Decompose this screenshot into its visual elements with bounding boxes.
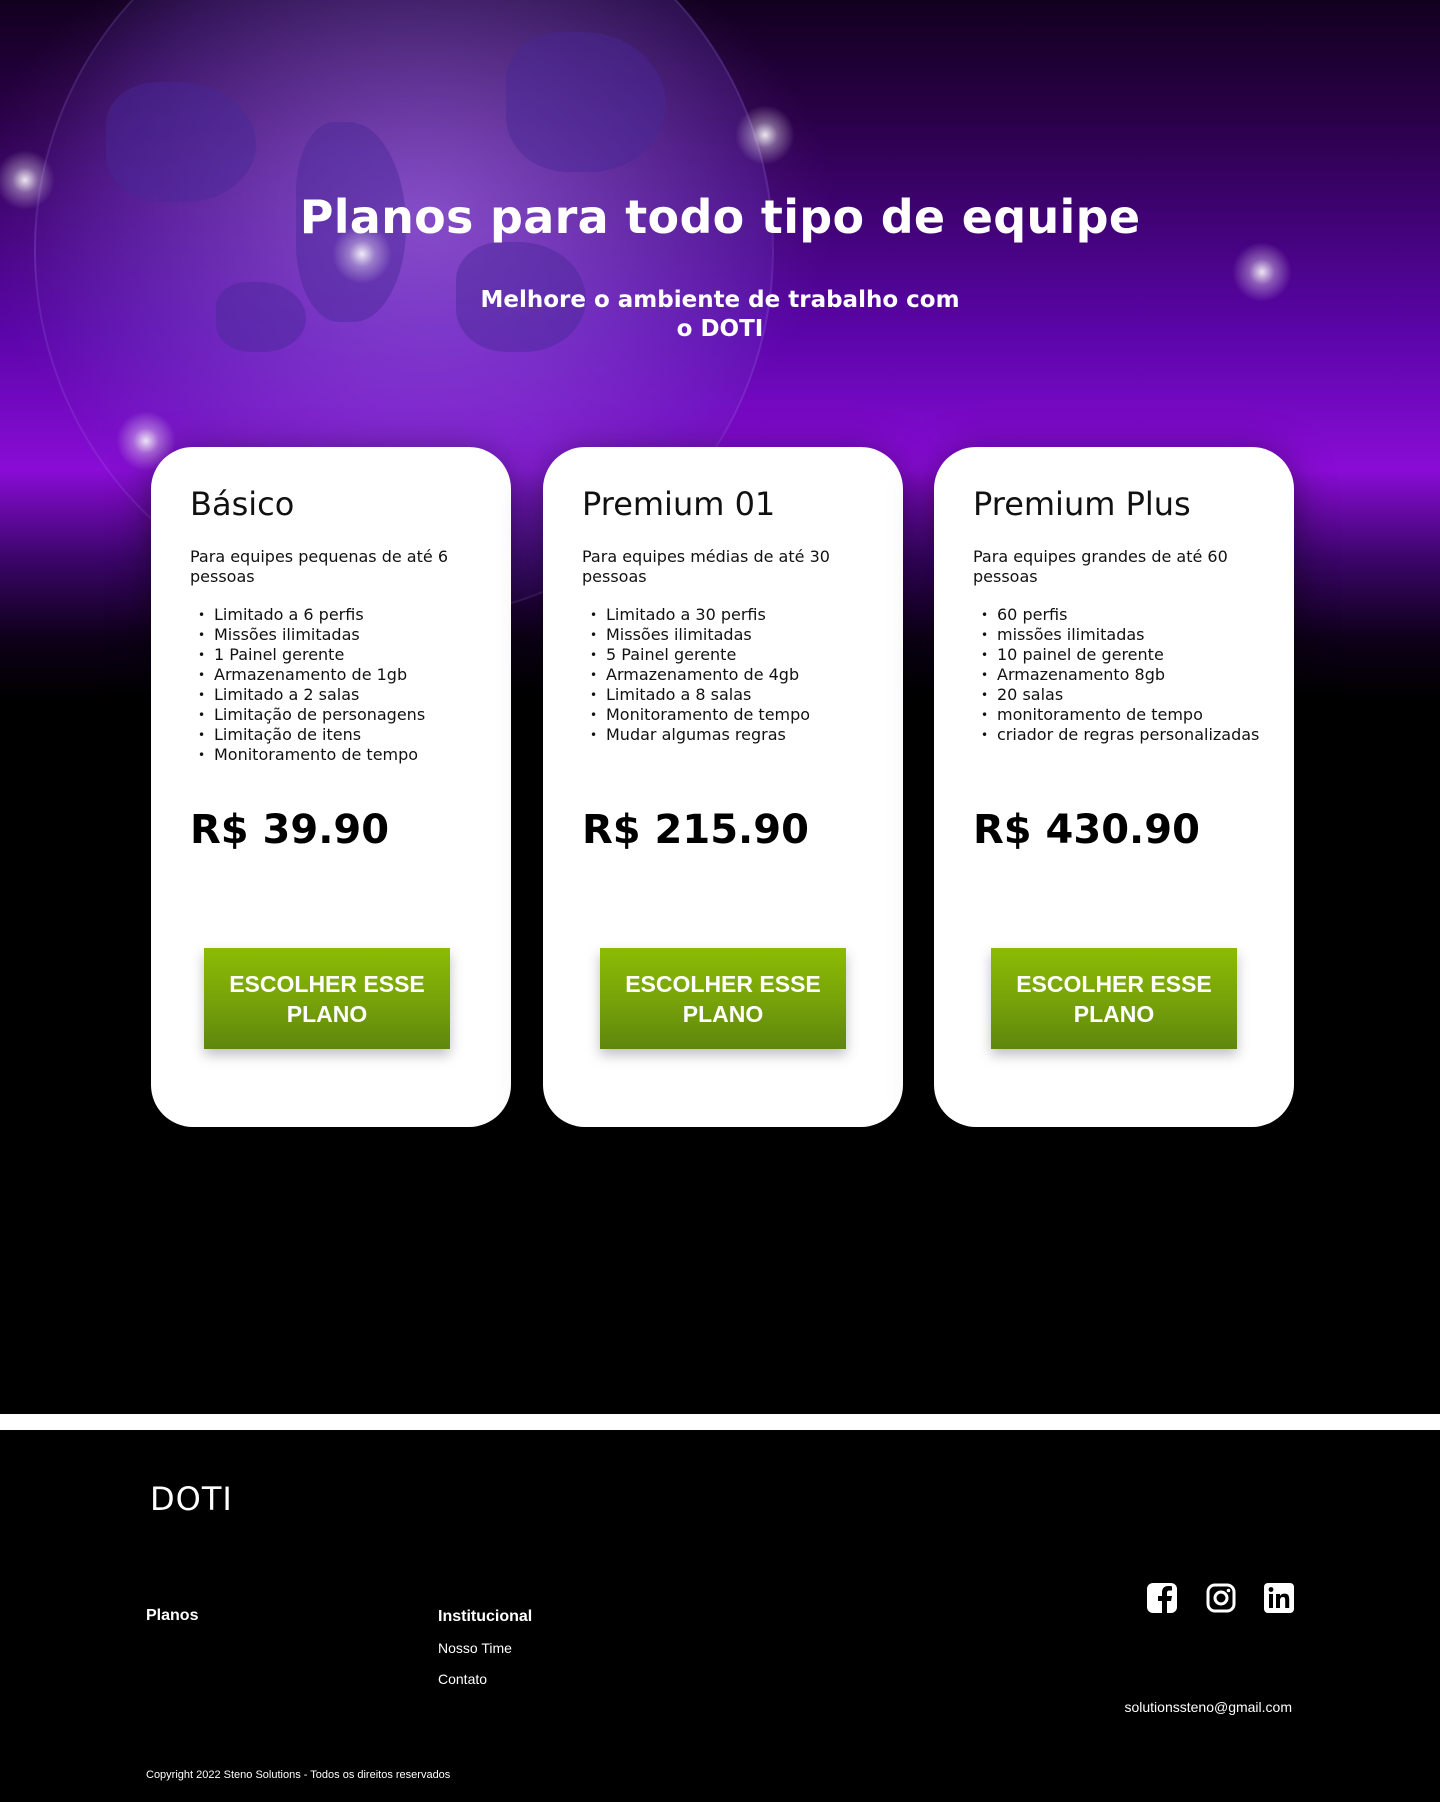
- plan-feature: Limitado a 2 salas: [190, 685, 480, 705]
- plan-description: Para equipes médias de até 30 pessoas: [582, 547, 830, 586]
- plan-feature: 60 perfis: [973, 605, 1263, 625]
- plan-feature: Limitado a 8 salas: [582, 685, 872, 705]
- choose-plan-button[interactable]: ESCOLHER ESSE PLANO: [204, 948, 450, 1049]
- plan-feature: Missões ilimitadas: [582, 625, 872, 645]
- facebook-icon[interactable]: [1146, 1582, 1178, 1614]
- plan-features-list: Limitado a 6 perfis Missões ilimitadas 1…: [190, 605, 480, 765]
- doti-logo[interactable]: DOTI: [146, 1480, 232, 1514]
- footer-link-nosso-time[interactable]: Nosso Time: [438, 1640, 512, 1656]
- plan-feature: Limitado a 30 perfis: [582, 605, 872, 625]
- plan-price: R$ 39.90: [190, 807, 390, 853]
- plan-feature: Monitoramento de tempo: [190, 745, 480, 765]
- page-title: Planos para todo tipo de equipe: [299, 190, 1141, 244]
- footer-email[interactable]: solutionssteno@gmail.com: [1124, 1699, 1292, 1715]
- footer-heading-institucional[interactable]: Institucional: [438, 1608, 532, 1626]
- plan-feature: 5 Painel gerente: [582, 645, 872, 665]
- plan-feature: 1 Painel gerente: [190, 645, 480, 665]
- plan-feature: Mudar algumas regras: [582, 725, 872, 745]
- linkedin-icon[interactable]: [1263, 1582, 1295, 1614]
- light-glow: [735, 105, 795, 165]
- plan-feature: Limitação de itens: [190, 725, 480, 745]
- footer-divider: [0, 1414, 1440, 1430]
- plan-feature: 20 salas: [973, 685, 1263, 705]
- plan-feature: Missões ilimitadas: [190, 625, 480, 645]
- choose-plan-button[interactable]: ESCOLHER ESSE PLANO: [600, 948, 846, 1049]
- logo-text: DOTI: [150, 1480, 232, 1514]
- plan-features-list: 60 perfis missões ilimitadas 10 painel d…: [973, 605, 1263, 745]
- plan-name: Premium 01: [582, 485, 776, 523]
- light-glow: [1232, 242, 1292, 302]
- plan-description: Para equipes pequenas de até 6 pessoas: [190, 547, 448, 586]
- footer-heading-planos[interactable]: Planos: [146, 1607, 198, 1625]
- plan-feature: Armazenamento 8gb: [973, 665, 1263, 685]
- hero-section: Planos para todo tipo de equipe Melhore …: [0, 0, 1440, 1414]
- plan-feature: Armazenamento de 1gb: [190, 665, 480, 685]
- plan-name: Premium Plus: [973, 485, 1191, 523]
- footer-copyright: Copyright 2022 Steno Solutions - Todos o…: [146, 1769, 451, 1781]
- instagram-icon[interactable]: [1205, 1582, 1237, 1614]
- plan-card-premium-01: Premium 01 Para equipes médias de até 30…: [543, 447, 903, 1127]
- plan-features-list: Limitado a 30 perfis Missões ilimitadas …: [582, 605, 872, 745]
- page-subtitle: Melhore o ambiente de trabalho com o DOT…: [480, 287, 960, 342]
- plan-feature: missões ilimitadas: [973, 625, 1263, 645]
- footer: DOTI Planos Institucional Nosso Time Con…: [0, 1430, 1440, 1802]
- plan-feature: Armazenamento de 4gb: [582, 665, 872, 685]
- plan-price: R$ 215.90: [582, 807, 809, 853]
- plan-feature: monitoramento de tempo: [973, 705, 1263, 725]
- plan-name: Básico: [190, 485, 295, 523]
- footer-link-contato[interactable]: Contato: [438, 1671, 487, 1687]
- plan-feature: Monitoramento de tempo: [582, 705, 872, 725]
- plan-card-basico: Básico Para equipes pequenas de até 6 pe…: [151, 447, 511, 1127]
- plan-card-premium-plus: Premium Plus Para equipes grandes de até…: [934, 447, 1294, 1127]
- plan-feature: Limitado a 6 perfis: [190, 605, 480, 625]
- plan-feature: criador de regras personalizadas: [973, 725, 1263, 745]
- plan-feature: Limitação de personagens: [190, 705, 480, 725]
- plan-feature: 10 painel de gerente: [973, 645, 1263, 665]
- plan-price: R$ 430.90: [973, 807, 1200, 853]
- choose-plan-button[interactable]: ESCOLHER ESSE PLANO: [991, 948, 1237, 1049]
- plan-description: Para equipes grandes de até 60 pessoas: [973, 547, 1228, 586]
